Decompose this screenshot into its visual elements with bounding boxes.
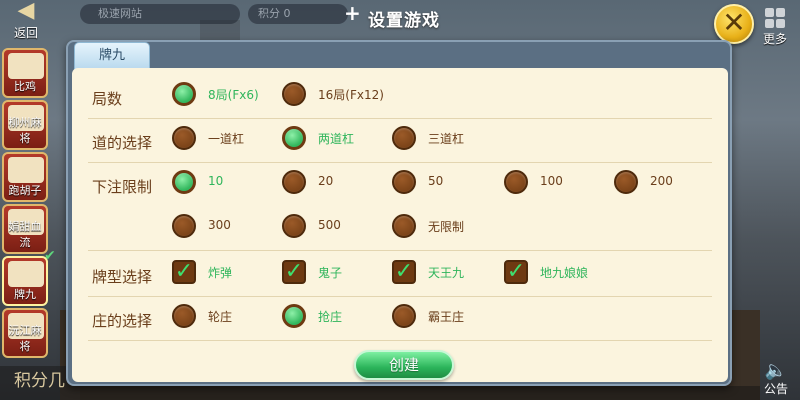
top-bar: ◀ 返回 极速网站 积分 0 + 设置游戏 ✕ 更多 (0, 0, 800, 46)
checkmark-icon: ✓ (282, 260, 306, 284)
checkmark-icon: ✓ (504, 260, 528, 284)
sidebar-item-yuanjiang-majiang[interactable]: 沅江麻将 (2, 308, 48, 358)
option-label: 8局(Fx6) (208, 88, 259, 102)
notice-button[interactable]: 🔈 公告 (758, 362, 794, 397)
option-label: 500 (318, 218, 341, 232)
option-label: 炸弹 (208, 266, 233, 280)
row-label-card-types: 牌型选择 (92, 268, 153, 286)
option-label: 天王九 (428, 266, 465, 280)
sidebar-item-liuzhou-majiang[interactable]: 柳州麻将 (2, 100, 48, 150)
checkmark-icon: ✓ (172, 260, 196, 284)
radio-icon (172, 126, 196, 150)
bottom-bar (80, 386, 760, 400)
option-label: 轮庄 (208, 310, 233, 324)
selected-check-icon: ✔ (44, 248, 56, 264)
option-label: 霸王庄 (428, 310, 465, 324)
sidebar-item-paijiu[interactable]: 牌九 (2, 256, 48, 306)
speaker-icon: 🔈 (764, 360, 788, 381)
game-settings-dialog: 牌九 局数 8局(Fx6) 16局(Fx12) 道的选择 一道杠 两道杠 三道杠… (66, 40, 732, 386)
sidebar-item-label: 沅江麻将 (8, 324, 42, 353)
radio-icon (172, 214, 196, 238)
option-label: 100 (540, 174, 563, 188)
back-button[interactable]: ◀ 返回 (2, 0, 50, 42)
radio-icon (504, 170, 528, 194)
settings-panel: 局数 8局(Fx6) 16局(Fx12) 道的选择 一道杠 两道杠 三道杠 下注… (72, 68, 728, 382)
option-label: 一道杠 (208, 132, 245, 146)
close-icon: ✕ (722, 6, 746, 39)
radio-icon (282, 304, 306, 328)
row-label-banker: 庄的选择 (92, 312, 153, 330)
dialog-title: 设置游戏 (368, 11, 440, 31)
back-label: 返回 (13, 26, 38, 40)
radio-icon (282, 170, 306, 194)
radio-icon (392, 170, 416, 194)
sidebar-item-label: 娟甜血流 (8, 220, 42, 249)
close-button[interactable]: ✕ (714, 4, 754, 44)
game-list-sidebar: 比鸡 柳州麻将 跑胡子 娟甜血流 牌九 沅江麻将 (0, 48, 50, 360)
option-label: 20 (318, 174, 334, 188)
radio-icon (172, 304, 196, 328)
option-label: 两道杠 (318, 132, 355, 146)
radio-icon (172, 170, 196, 194)
grid-icon (765, 8, 785, 28)
option-label: 抢庄 (318, 310, 343, 324)
score-display: 积分 0 (248, 4, 348, 24)
checkmark-icon: ✓ (392, 260, 416, 284)
sidebar-item-xueliu[interactable]: 娟甜血流 (2, 204, 48, 254)
option-label: 300 (208, 218, 231, 232)
sidebar-item-label: 跑胡子 (8, 184, 42, 197)
radio-icon (282, 126, 306, 150)
more-button[interactable]: 更多 (758, 8, 792, 48)
sidebar-item-label: 比鸡 (14, 80, 36, 93)
radio-icon (392, 126, 416, 150)
back-arrow-icon: ◀ (17, 0, 35, 23)
option-label: 200 (650, 174, 673, 188)
add-score-icon[interactable]: + (344, 2, 361, 24)
option-label: 10 (208, 174, 224, 188)
row-label-rounds: 局数 (92, 90, 123, 108)
create-button[interactable]: 创建 (354, 350, 454, 380)
option-label: 三道杠 (428, 132, 465, 146)
radio-icon (614, 170, 638, 194)
sidebar-item-label: 柳州麻将 (8, 116, 42, 145)
option-label: 鬼子 (318, 266, 343, 280)
radio-icon (392, 214, 416, 238)
radio-icon (172, 82, 196, 106)
option-label: 50 (428, 174, 444, 188)
sidebar-item-paohuzi[interactable]: 跑胡子 (2, 152, 48, 202)
sidebar-item-label: 牌九 (14, 288, 36, 301)
option-label: 无限制 (428, 220, 465, 234)
row-label-bars: 道的选择 (92, 134, 153, 152)
radio-icon (282, 82, 306, 106)
search-field[interactable]: 极速网站 (80, 4, 240, 24)
radio-icon (282, 214, 306, 238)
tab-paijiu[interactable]: 牌九 (74, 42, 150, 70)
notice-label: 公告 (763, 382, 788, 396)
option-label: 16局(Fx12) (318, 88, 384, 102)
row-label-bet-limit: 下注限制 (92, 178, 153, 196)
option-label: 地九娘娘 (540, 266, 589, 280)
sidebar-item-biji[interactable]: 比鸡 (2, 48, 48, 98)
radio-icon (392, 304, 416, 328)
more-label: 更多 (762, 32, 787, 46)
